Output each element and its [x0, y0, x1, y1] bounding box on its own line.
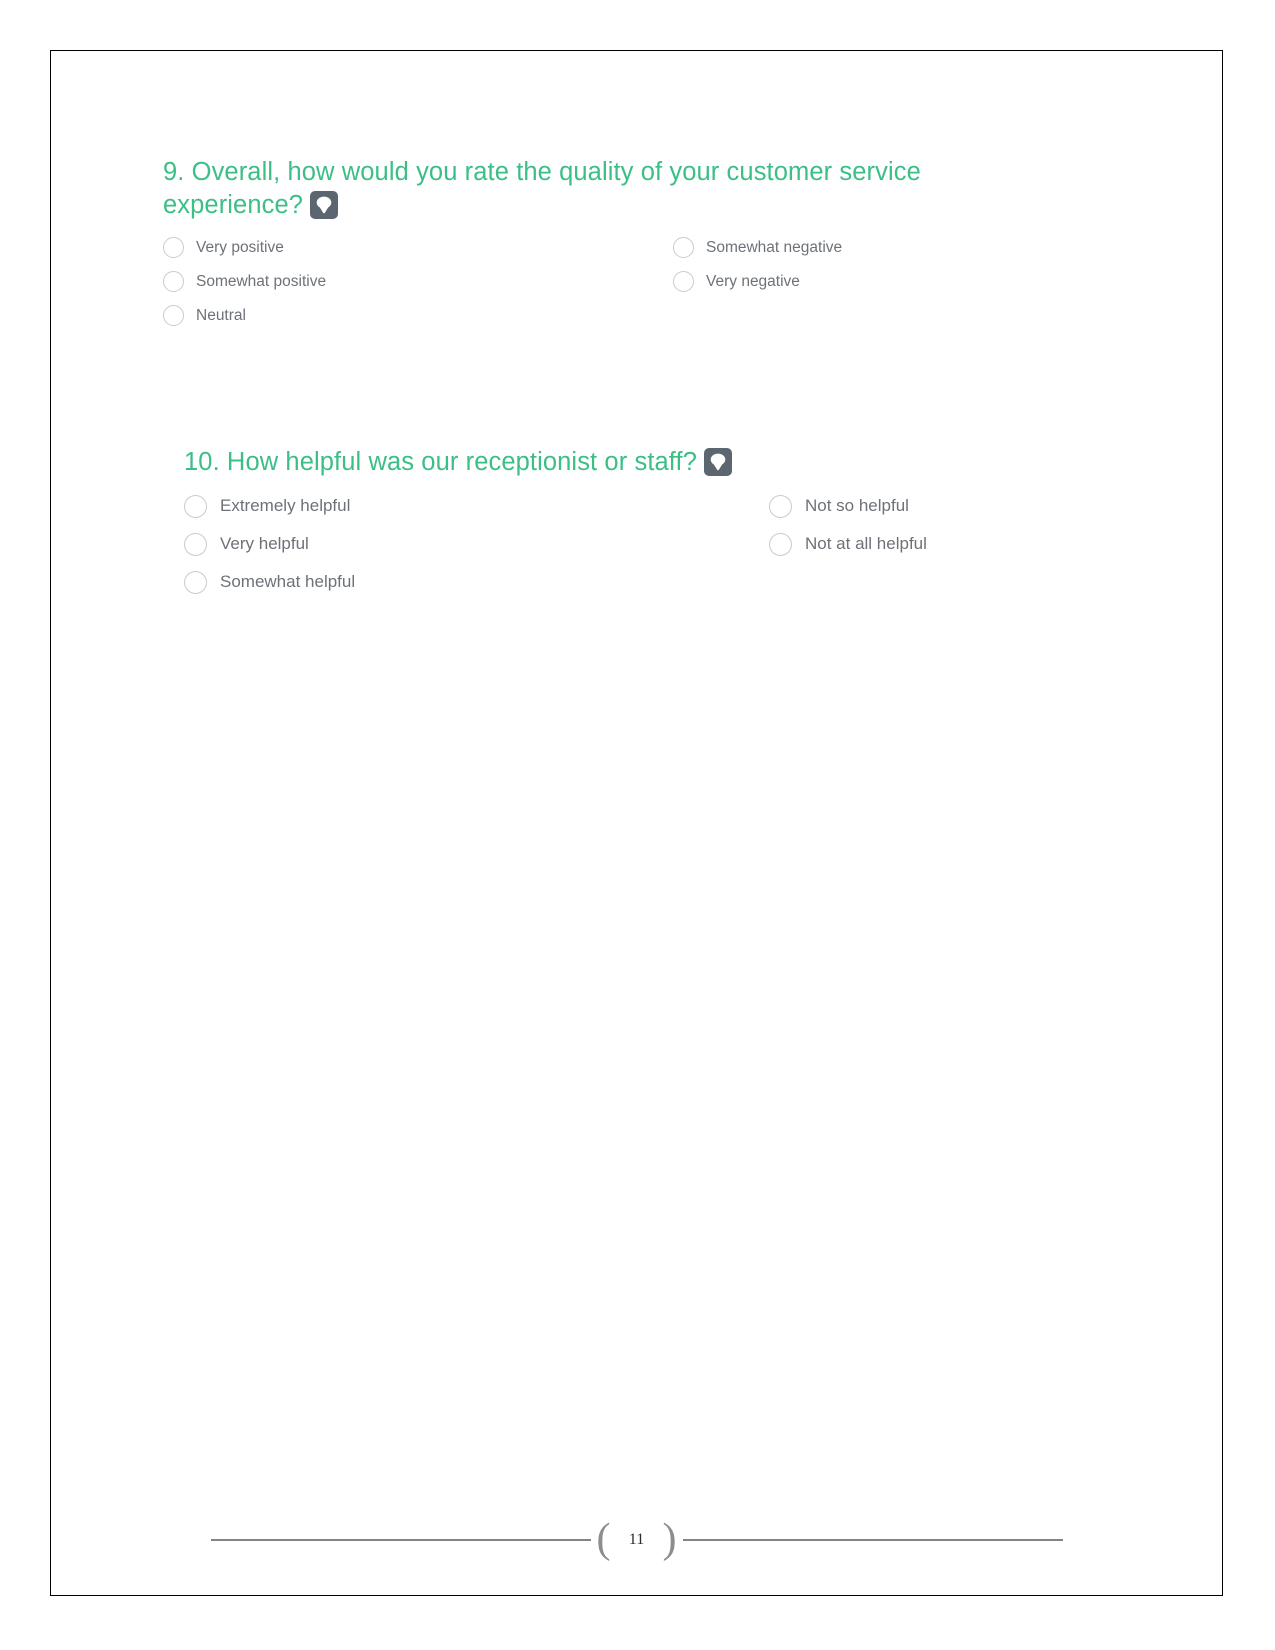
option-row[interactable]: Somewhat positive: [163, 271, 673, 293]
question-10-heading: 10. How helpful was our receptionist or …: [184, 446, 1124, 479]
page-footer: ( 11 ): [51, 1517, 1222, 1563]
option-label: Neutral: [196, 306, 246, 324]
radio-button-icon[interactable]: [769, 494, 792, 518]
footer-rule-left: [210, 1539, 591, 1541]
radio-button-icon[interactable]: [769, 532, 792, 556]
question-9-text: 9. Overall, how would you rate the quali…: [163, 158, 921, 219]
page-number: 11: [628, 1531, 645, 1548]
option-row[interactable]: Very negative: [673, 271, 1103, 293]
question-10-text: 10. How helpful was our receptionist or …: [184, 448, 697, 476]
question-9-heading: 9. Overall, how would you rate the quali…: [163, 156, 1068, 221]
radio-button-icon[interactable]: [184, 494, 207, 518]
radio-button-icon[interactable]: [673, 237, 694, 259]
option-row[interactable]: Very helpful: [184, 532, 769, 556]
radio-button-icon[interactable]: [163, 237, 184, 259]
comment-icon[interactable]: [310, 190, 339, 219]
option-row[interactable]: Not so helpful: [769, 494, 1124, 518]
comment-icon[interactable]: [703, 448, 732, 476]
radio-button-icon[interactable]: [184, 532, 207, 556]
option-label: Somewhat negative: [706, 238, 843, 256]
option-row[interactable]: Not at all helpful: [769, 532, 1124, 556]
question-block-10: 10. How helpful was our receptionist or …: [184, 446, 1124, 594]
question-9-options: Very positive Somewhat positive Neutral …: [163, 237, 1103, 327]
option-label: Extremely helpful: [220, 496, 351, 516]
option-label: Somewhat helpful: [220, 572, 356, 592]
radio-button-icon[interactable]: [673, 271, 694, 293]
option-label: Somewhat positive: [196, 272, 327, 290]
option-row[interactable]: Neutral: [163, 305, 673, 327]
radio-button-icon[interactable]: [184, 570, 207, 594]
question-10-options: Extremely helpful Very helpful Somewhat …: [184, 494, 1124, 594]
footer-rule-right: [682, 1539, 1063, 1541]
option-row[interactable]: Extremely helpful: [184, 494, 769, 518]
document-page: 9. Overall, how would you rate the quali…: [50, 50, 1223, 1596]
brace-right-icon: ): [662, 1516, 677, 1562]
radio-button-icon[interactable]: [163, 305, 184, 327]
radio-button-icon[interactable]: [163, 271, 184, 293]
option-row[interactable]: Somewhat helpful: [184, 570, 769, 594]
question-block-9: 9. Overall, how would you rate the quali…: [163, 156, 1103, 327]
option-label: Very negative: [706, 272, 800, 290]
option-row[interactable]: Somewhat negative: [673, 237, 1103, 259]
option-row-empty: [673, 305, 1103, 326]
brace-left-icon: (: [596, 1516, 611, 1562]
option-label: Not so helpful: [805, 496, 909, 516]
option-label: Very helpful: [220, 534, 309, 554]
option-row[interactable]: Very positive: [163, 237, 673, 259]
option-label: Not at all helpful: [805, 534, 927, 554]
option-row-empty: [769, 571, 1124, 594]
option-label: Very positive: [196, 238, 284, 256]
page-number-container: ( 11 ): [591, 1517, 683, 1563]
